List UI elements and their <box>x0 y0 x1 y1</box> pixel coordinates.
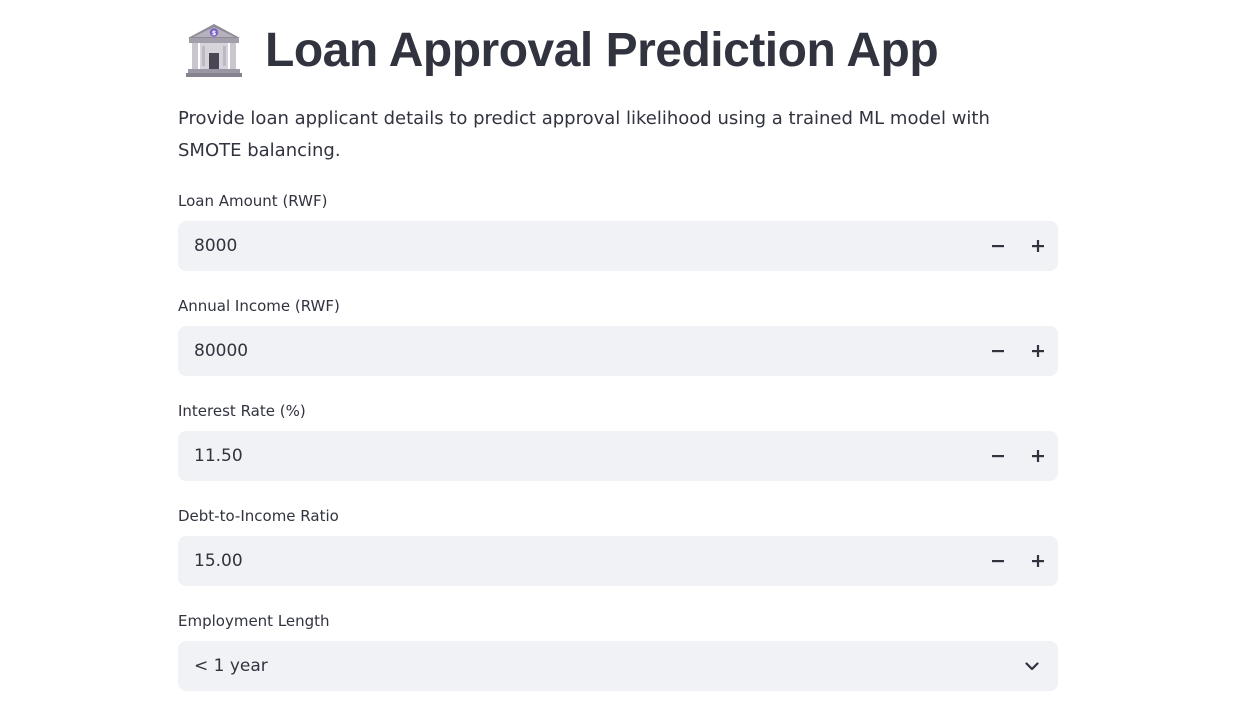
plus-icon <box>1032 240 1044 252</box>
interest-rate-value[interactable]: 11.50 <box>178 446 978 466</box>
debt-to-income-value[interactable]: 15.00 <box>178 551 978 571</box>
loan-amount-value[interactable]: 8000 <box>178 236 978 256</box>
increment-button[interactable] <box>1018 431 1058 481</box>
plus-icon <box>1032 345 1044 357</box>
interest-rate-input[interactable]: 11.50 <box>178 431 1058 481</box>
increment-button[interactable] <box>1018 221 1058 271</box>
interest-rate-label: Interest Rate (%) <box>178 402 306 420</box>
loan-amount-input[interactable]: 8000 <box>178 221 1058 271</box>
employment-length-label: Employment Length <box>178 612 330 630</box>
minus-icon <box>992 350 1004 353</box>
minus-icon <box>992 245 1004 248</box>
decrement-button[interactable] <box>978 326 1018 376</box>
annual-income-value[interactable]: 80000 <box>178 341 978 361</box>
decrement-button[interactable] <box>978 221 1018 271</box>
minus-icon <box>992 560 1004 563</box>
debt-to-income-label: Debt-to-Income Ratio <box>178 507 339 525</box>
title-row: $ Loan Approval Prediction App <box>185 18 939 82</box>
increment-button[interactable] <box>1018 326 1058 376</box>
employment-length-select[interactable]: < 1 year <box>178 641 1058 691</box>
chevron-down-icon[interactable] <box>1006 641 1058 691</box>
svg-text:$: $ <box>212 29 217 37</box>
decrement-button[interactable] <box>978 536 1018 586</box>
decrement-button[interactable] <box>978 431 1018 481</box>
page-description: Provide loan applicant details to predic… <box>178 108 990 161</box>
increment-button[interactable] <box>1018 536 1058 586</box>
debt-to-income-input[interactable]: 15.00 <box>178 536 1058 586</box>
annual-income-input[interactable]: 80000 <box>178 326 1058 376</box>
minus-icon <box>992 455 1004 458</box>
page-title: Loan Approval Prediction App <box>265 23 939 77</box>
annual-income-label: Annual Income (RWF) <box>178 297 340 315</box>
employment-length-value[interactable]: < 1 year <box>178 656 1006 676</box>
plus-icon <box>1032 450 1044 462</box>
bank-building-icon: $ <box>185 21 243 79</box>
loan-amount-label: Loan Amount (RWF) <box>178 192 328 210</box>
plus-icon <box>1032 555 1044 567</box>
